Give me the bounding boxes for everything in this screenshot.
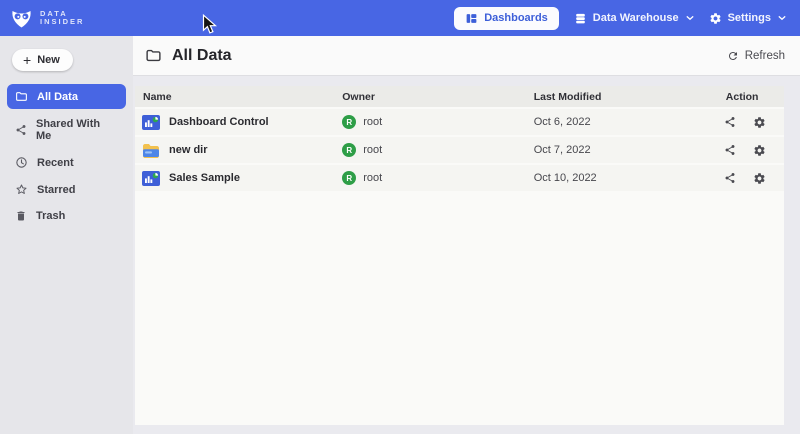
- sidebar-item-label: Trash: [36, 210, 65, 222]
- sidebar-item-starred[interactable]: Starred: [7, 178, 126, 201]
- refresh-label: Refresh: [745, 50, 785, 62]
- gear-icon[interactable]: [753, 116, 766, 129]
- row-name[interactable]: Dashboard Control: [169, 116, 269, 128]
- column-header-last-modified: Last Modified: [526, 91, 718, 103]
- table-header-row: Name Owner Last Modified Action: [135, 86, 784, 107]
- owner-avatar: R: [342, 115, 356, 129]
- chevron-down-icon: [686, 15, 694, 21]
- clock-icon: [15, 156, 28, 169]
- share-icon: [15, 124, 27, 136]
- database-icon: [574, 12, 587, 25]
- last-modified-date: Oct 7, 2022: [526, 144, 718, 156]
- sidebar-nav: All Data Shared With Me Recent S: [7, 84, 126, 231]
- data-warehouse-label: Data Warehouse: [593, 12, 679, 24]
- new-button-label: New: [37, 54, 60, 66]
- dashboards-button[interactable]: Dashboards: [454, 7, 559, 30]
- row-name[interactable]: new dir: [169, 144, 208, 156]
- star-icon: [15, 183, 28, 196]
- gear-icon[interactable]: [753, 172, 766, 185]
- column-header-name: Name: [135, 91, 334, 103]
- column-header-owner: Owner: [334, 91, 525, 103]
- brand: DATA INSIDER: [10, 7, 84, 30]
- refresh-button[interactable]: Refresh: [727, 50, 785, 62]
- folder-file-icon: [142, 143, 160, 158]
- content-area: Name Owner Last Modified Action Dashboar…: [133, 77, 800, 434]
- settings-menu[interactable]: Settings: [709, 12, 786, 25]
- new-button[interactable]: + New: [12, 49, 73, 71]
- chevron-down-icon: [778, 15, 786, 21]
- brand-line2: INSIDER: [40, 18, 84, 27]
- sidebar-item-label: Starred: [37, 184, 76, 196]
- share-icon[interactable]: [724, 144, 736, 156]
- share-icon[interactable]: [724, 116, 736, 128]
- gear-icon: [709, 12, 722, 25]
- dashboard-file-icon: [142, 115, 160, 130]
- sidebar-item-label: All Data: [37, 91, 78, 103]
- sidebar-item-shared-with-me[interactable]: Shared With Me: [7, 113, 126, 147]
- top-navigation: Dashboards Data Warehouse Settings: [454, 7, 790, 30]
- folder-icon: [15, 90, 28, 103]
- main-header: All Data Refresh: [133, 36, 800, 76]
- owner-name: root: [363, 172, 382, 184]
- sidebar-item-label: Recent: [37, 157, 74, 169]
- last-modified-date: Oct 6, 2022: [526, 116, 718, 128]
- folder-icon: [145, 47, 162, 64]
- refresh-icon: [727, 50, 739, 62]
- brand-name: DATA INSIDER: [40, 10, 84, 27]
- main-area: All Data Refresh Name Owner Last Modifie…: [133, 36, 800, 434]
- sidebar-item-trash[interactable]: Trash: [7, 205, 126, 227]
- owl-logo-icon: [10, 7, 33, 30]
- top-bar: DATA INSIDER Dashboards Da: [0, 0, 800, 36]
- data-table-card: Name Owner Last Modified Action Dashboar…: [135, 86, 784, 425]
- share-icon[interactable]: [724, 172, 736, 184]
- dashboard-file-icon: [142, 171, 160, 186]
- gear-icon[interactable]: [753, 144, 766, 157]
- data-warehouse-menu[interactable]: Data Warehouse: [574, 12, 694, 25]
- trash-icon: [15, 210, 27, 222]
- owner-name: root: [363, 144, 382, 156]
- settings-label: Settings: [728, 12, 771, 24]
- page-title: All Data: [172, 47, 232, 65]
- dashboard-icon: [465, 12, 478, 25]
- row-name[interactable]: Sales Sample: [169, 172, 240, 184]
- plus-icon: +: [23, 55, 31, 65]
- owner-avatar: R: [342, 143, 356, 157]
- dashboards-label: Dashboards: [484, 12, 548, 24]
- column-header-action: Action: [718, 91, 784, 103]
- table-row[interactable]: Sales Sample R root Oct 10, 2022: [135, 165, 784, 191]
- sidebar-item-all-data[interactable]: All Data: [7, 84, 126, 109]
- owner-avatar: R: [342, 171, 356, 185]
- sidebar-item-label: Shared With Me: [36, 118, 118, 142]
- table-row[interactable]: new dir R root Oct 7, 2022: [135, 137, 784, 163]
- table-row[interactable]: Dashboard Control R root Oct 6, 2022: [135, 109, 784, 135]
- last-modified-date: Oct 10, 2022: [526, 172, 718, 184]
- sidebar: + New All Data Shared With Me Recent: [0, 36, 133, 434]
- sidebar-item-recent[interactable]: Recent: [7, 151, 126, 174]
- owner-name: root: [363, 116, 382, 128]
